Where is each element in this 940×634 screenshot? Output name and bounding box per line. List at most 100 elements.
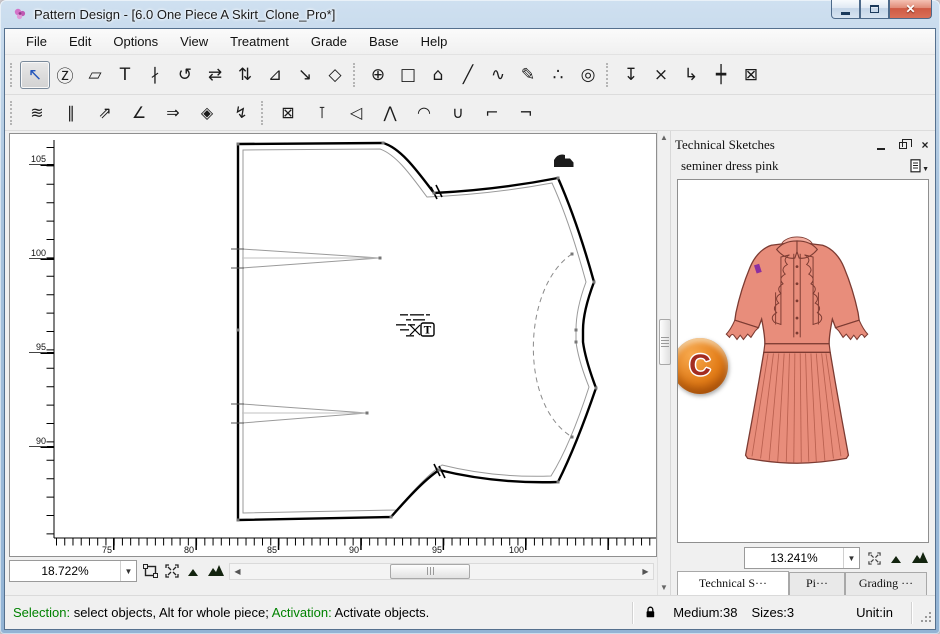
toolbar-grip[interactable]	[10, 101, 16, 125]
intersect-point-tool-button[interactable]: ┿	[706, 61, 736, 89]
point-xy-tool-button[interactable]: ↘	[290, 61, 320, 89]
spiral-tool-button[interactable]: ◎	[573, 61, 603, 89]
page-frame-icon[interactable]	[141, 562, 159, 580]
line-tool-button[interactable]: ╱	[453, 61, 483, 89]
app-window: Pattern Design - [6.0 One Piece A Skirt_…	[0, 0, 940, 634]
zoom-in-mountain-icon[interactable]	[911, 549, 929, 567]
pattern-canvas[interactable]: 105 100 95 90	[9, 133, 657, 557]
trace-tool-button[interactable]: ◇	[320, 61, 350, 89]
menu-base[interactable]: Base	[358, 31, 410, 52]
selection-text: select objects, Alt for whole piece;	[70, 605, 272, 620]
vertical-scroll-thumb[interactable]	[659, 319, 671, 365]
tab-grading[interactable]: Grading ···	[845, 572, 927, 595]
scroll-left-icon[interactable]: ◀	[230, 567, 245, 576]
dart-left-tool-button[interactable]: ◁	[339, 99, 373, 127]
circle-point-tool-button[interactable]: ⊕	[363, 61, 393, 89]
hem-tool-button[interactable]: ¬	[509, 99, 543, 127]
zoom-out-mountain-icon[interactable]	[888, 549, 906, 567]
menu-bar: File Edit Options View Treatment Grade B…	[5, 29, 935, 55]
horizontal-scrollbar[interactable]: ◀ ▶	[229, 563, 654, 580]
polygon-tool-button[interactable]: ⌂	[423, 61, 453, 89]
toolbar-grip[interactable]	[261, 101, 267, 125]
corner-tool-button[interactable]: ⌐	[475, 99, 509, 127]
chevron-down-icon[interactable]: ▼	[120, 561, 136, 581]
svg-text:100: 100	[509, 545, 524, 555]
panel-close-button[interactable]: ×	[917, 138, 933, 152]
panel-minimize-button[interactable]	[873, 138, 889, 152]
cut-half-tool-button[interactable]: ∤	[140, 61, 170, 89]
frame-point-tool-button[interactable]: ⊠	[736, 61, 766, 89]
angle-xy-tool-button[interactable]: ⊿	[260, 61, 290, 89]
scroll-right-icon[interactable]: ▶	[638, 567, 653, 576]
maximize-button[interactable]	[860, 0, 889, 19]
parallel-tool-button[interactable]: ∥	[54, 99, 88, 127]
close-icon: ✕	[905, 3, 915, 15]
svg-text:95: 95	[432, 545, 442, 555]
pattern-piece[interactable]: T	[231, 142, 598, 522]
tab-pieces[interactable]: Pi···	[789, 572, 845, 595]
rectangle-tool-button[interactable]: □	[393, 61, 423, 89]
connect-curve-tool-button[interactable]: ∴	[543, 61, 573, 89]
dart-close-tool-button[interactable]: ∪	[441, 99, 475, 127]
grain-mark-icon	[554, 155, 574, 167]
vertical-scroll-track[interactable]	[658, 142, 670, 584]
resize-grip[interactable]	[920, 611, 933, 627]
move-y-tool-button[interactable]: ⇅	[230, 61, 260, 89]
horizontal-scroll-thumb[interactable]	[390, 564, 470, 579]
corner-point-tool-button[interactable]: ↳	[676, 61, 706, 89]
panel-zoom-combobox[interactable]: 13.241% ▼	[744, 547, 860, 569]
toolbar-grip[interactable]	[353, 63, 359, 87]
close-button[interactable]: ✕	[889, 0, 932, 19]
menu-treatment[interactable]: Treatment	[219, 31, 300, 52]
cross-point-tool-button[interactable]: ×	[646, 61, 676, 89]
select-tool-button[interactable]: ↖	[20, 61, 50, 89]
menu-edit[interactable]: Edit	[58, 31, 102, 52]
tab-technical-sketches[interactable]: Technical S···	[677, 571, 789, 595]
menu-help[interactable]: Help	[410, 31, 459, 52]
svg-text:T: T	[424, 326, 432, 337]
menu-file[interactable]: File	[15, 31, 58, 52]
move-points-tool-button[interactable]: ⇒	[156, 99, 190, 127]
menu-options[interactable]: Options	[102, 31, 169, 52]
fit-view-icon[interactable]	[865, 549, 883, 567]
frame-cross-tool-button[interactable]: ⊠	[271, 99, 305, 127]
sketch-list-icon[interactable]: ▼	[910, 159, 929, 173]
canvas-zoom-combobox[interactable]: 18.722% ▼	[9, 560, 137, 582]
fan-rotate-tool-button[interactable]: ◠	[407, 99, 441, 127]
toolbar-grip[interactable]	[10, 63, 16, 87]
angle-arc-tool-button[interactable]: ∠	[122, 99, 156, 127]
edit-curve-tool-button[interactable]: ✎	[513, 61, 543, 89]
rotate-tool-button[interactable]: ↺	[170, 61, 200, 89]
horizontal-scroll-track[interactable]	[245, 564, 638, 579]
selection-label: Selection:	[13, 605, 70, 620]
chevron-down-icon[interactable]: ▼	[843, 548, 859, 568]
zoom-out-mountain-icon[interactable]	[185, 562, 203, 580]
fit-view-icon[interactable]	[163, 562, 181, 580]
move-x-tool-button[interactable]: ⇄	[200, 61, 230, 89]
smooth-curve-tool-button[interactable]: ≋	[20, 99, 54, 127]
curve-tool-button[interactable]: ∿	[483, 61, 513, 89]
menu-grade[interactable]: Grade	[300, 31, 358, 52]
toolbar-grip[interactable]	[606, 63, 612, 87]
move-diagonal-tool-button[interactable]: ⇗	[88, 99, 122, 127]
width-measure-tool-button[interactable]: ⊺	[305, 99, 339, 127]
sketch-preview[interactable]: C	[677, 179, 929, 543]
measure-ruler-tool-button[interactable]: ▱	[80, 61, 110, 89]
scroll-down-icon[interactable]: ▼	[660, 584, 668, 592]
swap-cross-tool-button[interactable]: ↯	[224, 99, 258, 127]
zoom-tool-button[interactable]: Ⓩ	[50, 61, 80, 89]
insert-point-tool-button[interactable]: ↧	[616, 61, 646, 89]
text-tool-button[interactable]: T	[110, 61, 140, 89]
minimize-button[interactable]	[831, 0, 860, 19]
panel-restore-button[interactable]	[895, 138, 911, 152]
title-bar[interactable]: Pattern Design - [6.0 One Piece A Skirt_…	[4, 0, 936, 28]
fan-spread-tool-button[interactable]: ⋀	[373, 99, 407, 127]
toolbar-main: ↖ Ⓩ ▱ T ∤ ↺ ⇄ ⇅ ⊿ ↘ ◇ ⊕ □ ⌂ ╱ ∿ ✎ ∴ ◎ ↧ …	[5, 55, 935, 95]
panel-tabs: Technical S··· Pi··· Grading ···	[675, 571, 933, 595]
scroll-up-icon[interactable]: ▲	[660, 134, 668, 142]
menu-view[interactable]: View	[169, 31, 219, 52]
pentagon-arrow-tool-button[interactable]: ◈	[190, 99, 224, 127]
toolbar-secondary: ≋ ∥ ⇗ ∠ ⇒ ◈ ↯ ⊠ ⊺ ◁ ⋀ ◠ ∪ ⌐ ¬	[5, 95, 935, 131]
zoom-in-mountain-icon[interactable]	[207, 562, 225, 580]
vertical-scrollbar[interactable]: ▲ ▼	[657, 131, 671, 595]
